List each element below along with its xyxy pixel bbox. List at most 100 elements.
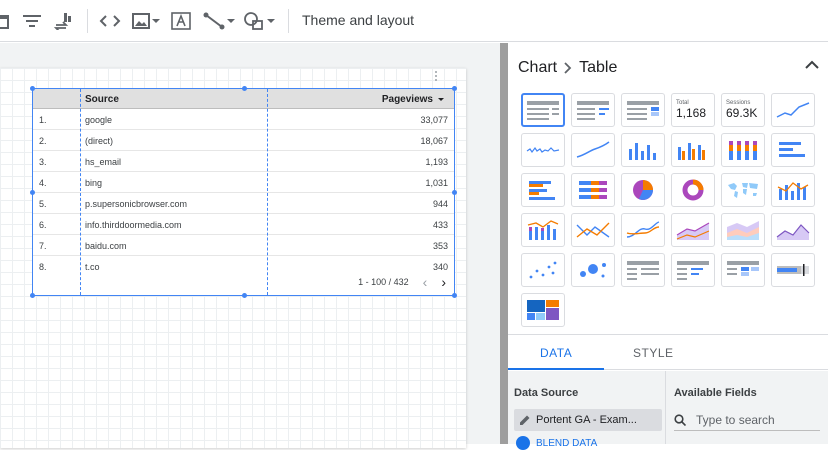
data-control-icon[interactable]: [52, 9, 74, 33]
column-header-source[interactable]: Source: [85, 94, 119, 105]
available-fields-title: Available Fields: [674, 387, 757, 399]
chart-type-stacked-area[interactable]: [721, 213, 765, 247]
blend-data-link[interactable]: BLEND DATA: [516, 436, 597, 450]
chevron-right-icon: [564, 62, 572, 74]
toolbar-separator: [288, 9, 289, 33]
row-pageviews: 33,077: [420, 115, 448, 125]
table-row: 4. bing 1,031: [33, 172, 454, 193]
chart-type-pivot-table-heatmap[interactable]: [721, 253, 765, 287]
info-icon: [516, 436, 530, 450]
chart-type-column[interactable]: [621, 133, 665, 167]
breadcrumb-table: Table: [579, 59, 618, 76]
chart-type-smoothed-line-multi[interactable]: [621, 213, 665, 247]
properties-panel: Chart Table Total 1,168 Sessions 69.3K D…: [508, 43, 828, 450]
row-source: bing: [85, 178, 103, 188]
calendar-icon[interactable]: [0, 9, 10, 33]
chart-type-table-bars[interactable]: [571, 93, 615, 127]
chart-type-sparkline[interactable]: [521, 133, 565, 167]
chart-type-geo-map[interactable]: [721, 173, 765, 207]
chart-type-grouped-column[interactable]: [671, 133, 715, 167]
panel-resize-scrollbar[interactable]: [500, 43, 508, 444]
column-header-pageviews[interactable]: Pageviews: [382, 94, 444, 105]
chart-type-percent-area[interactable]: [771, 213, 815, 247]
data-source-title: Data Source: [514, 387, 579, 399]
chart-type-treemap[interactable]: [521, 293, 565, 327]
row-pageviews: 944: [432, 199, 448, 209]
chart-type-pivot-table[interactable]: [621, 253, 665, 287]
resize-handle[interactable]: [30, 293, 35, 298]
pagination-range: 1 - 100 / 432: [358, 277, 409, 287]
row-number: 6.: [39, 220, 47, 230]
search-icon: [674, 413, 686, 426]
chart-type-table[interactable]: [521, 93, 565, 127]
data-source-section: Data Source Portent GA - Exam... BLEND D…: [508, 371, 666, 450]
row-pageviews: 1,193: [425, 157, 448, 167]
shape-icon[interactable]: [242, 9, 276, 33]
row-source: baidu.com: [85, 241, 127, 251]
table-chart[interactable]: Source Pageviews 1. google 33,077 2. (di…: [30, 86, 457, 298]
more-options-icon[interactable]: [435, 71, 439, 81]
chart-type-time-series[interactable]: [771, 93, 815, 127]
chart-type-stacked-column[interactable]: [721, 133, 765, 167]
previous-page-icon[interactable]: ‹: [423, 274, 428, 290]
row-pageviews: 18,067: [420, 136, 448, 146]
breadcrumb-chart[interactable]: Chart: [518, 59, 557, 77]
pagination: 1 - 100 / 432 ‹ ›: [358, 274, 446, 290]
chart-type-scatter[interactable]: [521, 253, 565, 287]
chart-type-combo-stacked[interactable]: [521, 213, 565, 247]
pencil-icon[interactable]: [514, 414, 536, 426]
chart-type-pivot-table-bars[interactable]: [671, 253, 715, 287]
chart-type-bullet[interactable]: [771, 253, 815, 287]
field-search[interactable]: Type to search: [674, 409, 820, 431]
chart-type-donut[interactable]: [671, 173, 715, 207]
chart-type-stacked-bar[interactable]: [571, 173, 615, 207]
chart-type-grouped-bar[interactable]: [521, 173, 565, 207]
resize-handle[interactable]: [452, 190, 457, 195]
data-source-chip[interactable]: Portent GA - Exam...: [514, 409, 662, 431]
resize-handle[interactable]: [242, 293, 247, 298]
resize-handle[interactable]: [452, 86, 457, 91]
tab-data[interactable]: DATA: [540, 346, 572, 360]
resize-handle[interactable]: [452, 293, 457, 298]
chart-type-line[interactable]: [571, 213, 615, 247]
table-row: 7. baidu.com 353: [33, 235, 454, 256]
row-number: 2.: [39, 136, 47, 146]
available-fields-section: Available Fields Type to search: [666, 371, 828, 444]
row-pageviews: 340: [432, 262, 448, 272]
text-icon[interactable]: [170, 9, 192, 33]
chart-type-table-heatmap[interactable]: [621, 93, 665, 127]
next-page-icon[interactable]: ›: [441, 274, 446, 290]
theme-and-layout-button[interactable]: Theme and layout: [302, 12, 414, 28]
chart-type-bubble[interactable]: [571, 253, 615, 287]
chart-type-bar[interactable]: [771, 133, 815, 167]
row-source: p.supersonicbrowser.com: [85, 199, 188, 209]
field-search-placeholder[interactable]: Type to search: [696, 413, 775, 427]
code-icon[interactable]: [98, 9, 122, 33]
row-pageviews: 433: [432, 220, 448, 230]
chart-type-scorecard[interactable]: Total 1,168: [671, 93, 715, 127]
resize-handle[interactable]: [30, 190, 35, 195]
panel-tabs: DATA STYLE: [508, 334, 828, 370]
chart-type-area[interactable]: [671, 213, 715, 247]
row-number: 4.: [39, 178, 47, 188]
breadcrumb: Chart Table: [518, 59, 617, 77]
chart-type-combo[interactable]: [771, 173, 815, 207]
active-tab-indicator: [508, 368, 604, 370]
row-number: 3.: [39, 157, 47, 167]
filter-icon[interactable]: [22, 9, 42, 33]
column-guide: [80, 89, 81, 295]
chart-type-smoothed-line[interactable]: [571, 133, 615, 167]
scorecard-value: 1,168: [676, 106, 707, 120]
resize-handle[interactable]: [30, 86, 35, 91]
line-icon[interactable]: [202, 9, 236, 33]
table-row: 3. hs_email 1,193: [33, 151, 454, 172]
image-icon[interactable]: [130, 9, 162, 33]
tab-style[interactable]: STYLE: [633, 346, 674, 360]
row-number: 7.: [39, 241, 47, 251]
row-number: 5.: [39, 199, 47, 209]
chart-type-pie[interactable]: [621, 173, 665, 207]
chevron-up-icon[interactable]: [804, 57, 820, 78]
row-pageviews: 1,031: [425, 178, 448, 188]
resize-handle[interactable]: [242, 86, 247, 91]
chart-type-scorecard-compact[interactable]: Sessions 69.3K: [721, 93, 765, 127]
